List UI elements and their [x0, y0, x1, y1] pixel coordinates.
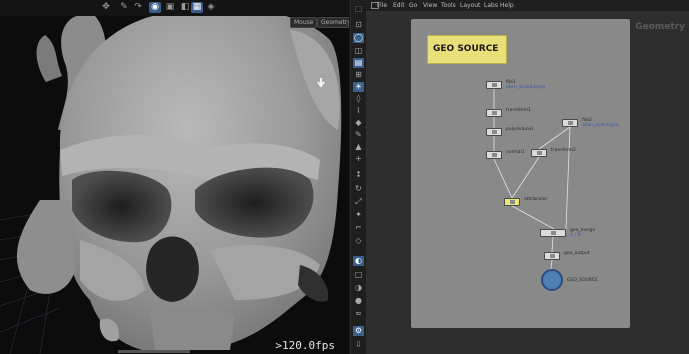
network-menubar: File Edit Go View Tools Layout Labs Help — [366, 0, 689, 11]
node-flag[interactable] — [510, 200, 515, 204]
move-icon[interactable]: ↕ — [353, 170, 364, 180]
lock-icon[interactable]: ⊡ — [353, 20, 364, 30]
node-label: GEO_SOURCE — [567, 278, 598, 283]
shade-icon[interactable]: ◑ — [353, 283, 364, 293]
menu-go[interactable]: Go — [409, 0, 417, 11]
node-body[interactable] — [486, 128, 502, 136]
node-flag[interactable] — [492, 111, 497, 115]
light-icon[interactable]: ● — [353, 296, 364, 306]
node-flag[interactable] — [551, 231, 556, 235]
display-icon[interactable]: ◈ — [205, 2, 217, 13]
menu-view[interactable]: View — [423, 0, 437, 11]
node-sublabel: A / B — [570, 233, 581, 238]
viewport-tool-strip: ⬚ ⊡ ◯ ◫ ▤ ⊞ ☀ ◊ ⌇ ◆ ✎ ▲ + ↕ ↻ ⤢ ✦ ⌐ ◇ ◐ … — [350, 0, 367, 354]
viewport-status-strip — [118, 350, 190, 353]
pen-icon[interactable]: ✎ — [353, 130, 364, 140]
node-body[interactable] — [486, 81, 502, 89]
display-icon[interactable]: ◐ — [353, 256, 364, 266]
node-label: normal1 — [506, 150, 525, 155]
node-label: attribcolor — [524, 197, 548, 202]
node-label: transform1 — [506, 108, 531, 113]
bone-icon[interactable]: ⌐ — [353, 223, 364, 233]
snap-icon[interactable]: ▤ — [353, 58, 364, 68]
node-body[interactable] — [486, 151, 502, 159]
fps-readout: >120.0fps — [275, 339, 335, 352]
node-sublabel: alien_sculpt.bgeo — [506, 85, 546, 90]
camera-menu-chip[interactable]: Mouse — [290, 17, 318, 28]
node-body[interactable] — [486, 109, 502, 117]
network-box[interactable]: GEO SOURCE file1 alien_sculpt.bgeo trans… — [411, 19, 630, 328]
node-body[interactable] — [504, 198, 520, 206]
settings-icon[interactable]: ⚙ — [353, 326, 364, 336]
node-flag[interactable] — [492, 83, 497, 87]
node-flag[interactable] — [492, 153, 497, 157]
sculpt-icon[interactable]: ✦ — [353, 210, 364, 220]
node-body[interactable] — [531, 149, 547, 157]
node-body[interactable] — [540, 229, 566, 237]
output-node-icon[interactable] — [541, 269, 563, 291]
node-body[interactable] — [544, 252, 560, 260]
menu-help[interactable]: Help — [500, 0, 514, 11]
fog-icon[interactable]: ≈ — [353, 309, 364, 319]
geometry-icon[interactable]: ▲ — [353, 142, 364, 152]
node-sublabel: alien_eyes.bgeo — [582, 123, 619, 128]
scale-icon[interactable]: ⤢ — [353, 197, 364, 207]
menu-tools[interactable]: Tools — [441, 0, 456, 11]
grid-icon[interactable]: ⊞ — [353, 70, 364, 80]
menu-labs[interactable]: Labs — [484, 0, 498, 11]
pen-icon[interactable]: ✎ — [118, 2, 130, 13]
view-icon[interactable]: ▣ — [164, 2, 176, 13]
tag-icon[interactable]: ◊ — [353, 94, 364, 104]
brush-icon[interactable]: ⌇ — [353, 106, 364, 116]
node-flag[interactable] — [537, 151, 542, 155]
node-label: polyreduce1 — [506, 127, 534, 132]
rotate-icon[interactable]: ↻ — [353, 184, 364, 194]
viewport-scene[interactable] — [0, 0, 349, 354]
menu-layout[interactable]: Layout — [460, 0, 480, 11]
grid-icon[interactable]: ▦ — [191, 2, 203, 13]
node-flag[interactable] — [568, 121, 573, 125]
render-icon[interactable]: □ — [353, 270, 364, 280]
network-editor-pane: File Edit Go View Tools Layout Labs Help… — [366, 0, 689, 354]
light-icon[interactable]: ☀ — [353, 82, 364, 92]
node-body[interactable] — [562, 119, 578, 127]
curve-icon[interactable]: ↷ — [132, 2, 144, 13]
display-menu-chip[interactable]: Geometry — [317, 17, 349, 28]
transform-icon[interactable]: ✥ — [100, 2, 112, 13]
skull-model[interactable] — [16, 7, 342, 353]
network-context-label: Geometry — [635, 22, 685, 32]
select-icon[interactable]: ⬚ — [353, 4, 364, 14]
export-icon[interactable]: ⇩ — [353, 340, 364, 350]
node-flag[interactable] — [550, 254, 555, 258]
brush-icon[interactable]: ◉ — [149, 2, 161, 13]
node-label: transform2 — [551, 148, 576, 153]
scene-viewport[interactable]: ✥ ✎ ↷ ◉ ▣ ◧ ▦ ◈ Mouse Geometry >120.0fps — [0, 0, 349, 354]
node-flag[interactable] — [492, 130, 497, 134]
menu-edit[interactable]: Edit — [393, 0, 405, 11]
viewport-toolbar: ✥ ✎ ↷ ◉ ▣ ◧ ▦ ◈ — [0, 0, 349, 16]
menu-file[interactable]: File — [377, 0, 387, 11]
node-label: geo_output — [564, 251, 590, 256]
lasso-icon[interactable]: ◯ — [353, 33, 364, 43]
handle-icon[interactable]: ◇ — [353, 236, 364, 246]
camera-icon[interactable]: ◫ — [353, 46, 364, 56]
keyframe-icon[interactable]: ◆ — [353, 118, 364, 128]
snap-icon[interactable]: ◧ — [179, 2, 191, 13]
plus-icon[interactable]: + — [353, 154, 364, 164]
